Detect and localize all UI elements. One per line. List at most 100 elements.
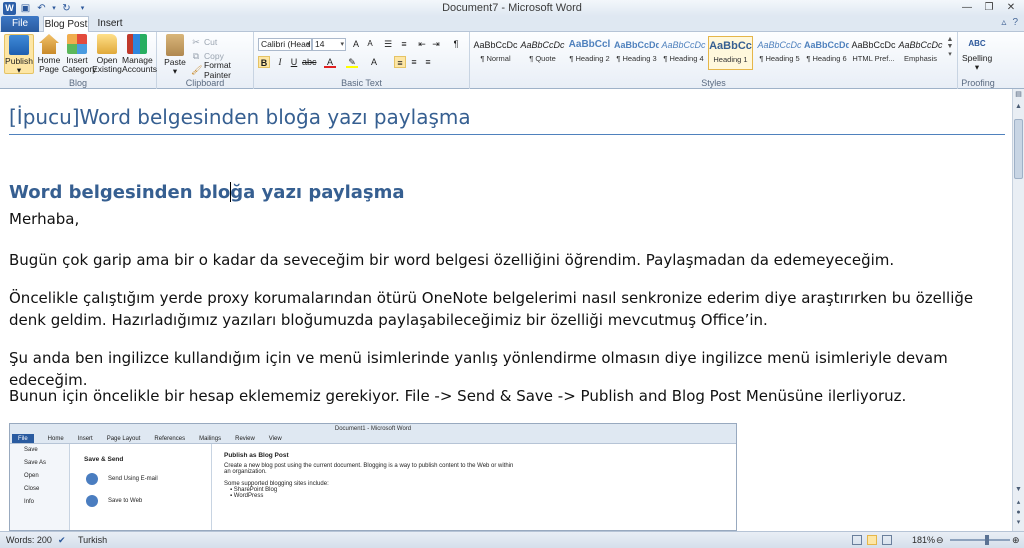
font-color-icon[interactable]: A [324,56,336,68]
undo-icon[interactable]: ↶ [35,2,48,15]
paste-button[interactable]: Paste ▾ [160,34,190,76]
quick-access-toolbar: W ▣ ↶ ▾ ↻ ▾ [0,0,89,16]
tab-blog-post[interactable]: Blog Post [43,16,89,33]
print-layout-icon[interactable] [852,535,862,545]
format-painter-button[interactable]: 🖌 Format Painter [191,60,253,80]
customize-qat-icon[interactable]: ▾ [76,2,89,15]
open-existing-button[interactable]: Open Existing [92,34,122,74]
highlight-icon[interactable]: ✎ [346,56,358,68]
styles-group-label: Styles [701,78,726,88]
home-page-button[interactable]: Home Page [34,34,64,74]
next-page-icon[interactable]: ▾ [1013,517,1024,528]
insert-category-button[interactable]: Insert Category [62,34,97,74]
align-left-icon[interactable]: ≡ [394,56,406,68]
cut-button[interactable]: ✂ Cut [191,36,217,47]
zoom-slider-handle[interactable] [985,535,989,545]
publish-button[interactable]: Publish ▾ [4,34,34,75]
embedded-screenshot[interactable]: Document1 - Microsoft Word File Home Ins… [9,423,737,531]
font-name-combo[interactable]: Calibri (Head ▾ [258,38,312,51]
post-title[interactable]: [İpucu]Word belgesinden bloğa yazı payla… [9,105,471,129]
style-heading-3[interactable]: AaBbCcDd ¶ Heading 3 [614,36,659,70]
tab-file[interactable]: File [1,16,39,32]
window-title: Document7 - Microsoft Word [442,2,582,14]
manage-accounts-button[interactable]: Manage Accounts [122,34,157,74]
full-screen-reading-icon[interactable] [867,535,877,545]
web-layout-icon[interactable] [882,535,892,545]
folder-icon [97,34,117,54]
save-icon[interactable]: ▣ [19,2,32,15]
ribbon: Publish ▾ Home Page Insert Category Open … [0,32,1024,89]
help-icon[interactable]: ? [1012,17,1018,28]
redo-icon[interactable]: ↻ [60,2,73,15]
proofing-group: ABC Spelling ▾ Proofing [958,32,998,89]
styles-gallery: AaBbCcDc ¶ Normal AaBbCcDc ¶ Quote AaBbC… [473,34,943,74]
word-count[interactable]: Words: 200 [6,534,52,547]
align-right-icon[interactable]: ≡ [422,56,434,68]
minimize-button[interactable]: — [956,0,978,15]
clipboard-group-label: Clipboard [185,78,225,88]
dropdown-icon[interactable]: ▾ [51,2,57,15]
style-emphasis[interactable]: AaBbCcDc Emphasis [898,36,943,70]
document-heading[interactable]: Word belgesinden bloğa yazı paylaşma [9,182,405,203]
tab-insert[interactable]: Insert [93,16,127,32]
align-center-icon[interactable]: ≡ [408,56,420,68]
zoom-slider[interactable] [950,539,1010,541]
scroll-thumb[interactable] [1014,119,1023,179]
style-heading-2[interactable]: AaBbCcl ¶ Heading 2 [567,36,612,70]
italic-icon[interactable]: I [274,56,286,68]
spelling-button[interactable]: ABC Spelling ▾ [962,34,992,72]
decrease-indent-icon[interactable]: ⇤ [416,38,428,50]
accounts-icon [127,34,147,54]
word-app-icon[interactable]: W [3,1,16,15]
zoom-level[interactable]: 181% [912,534,935,547]
bold-icon[interactable]: B [258,56,270,68]
grow-font-icon[interactable]: A [350,38,362,50]
style-heading-6[interactable]: AaBbCcDd ¶ Heading 6 [804,36,849,70]
chevron-up-icon[interactable]: ▲ [945,36,955,43]
shrink-font-icon[interactable]: A [364,38,376,50]
style-heading-1[interactable]: AaBbCc Heading 1 [708,36,753,70]
style-quote[interactable]: AaBbCcDc ¶ Quote [520,36,565,70]
vertical-scrollbar[interactable]: ▤ ▲ ▼ ▴ ● ▾ [1012,89,1024,531]
increase-indent-icon[interactable]: ⇥ [430,38,442,50]
styles-gallery-scroll[interactable]: ▲ ▼ ▾ [945,36,955,70]
zoom-in-icon[interactable]: ⊕ [1012,534,1020,547]
numbering-icon[interactable]: ≡ [398,38,410,50]
basic-text-group: Calibri (Head ▾ 14 ▾ A A ☰ ≡ ⇤ ⇥ ¶ B I U a… [254,32,470,89]
copy-icon: ⧉ [192,50,200,61]
font-size-combo[interactable]: 14 ▾ [312,38,346,51]
embedded-title: Document1 - Microsoft Word [10,424,736,434]
blog-group: Publish ▾ Home Page Insert Category Open … [0,32,157,89]
ruler-toggle-icon[interactable]: ▤ [1013,89,1024,100]
scroll-down-icon[interactable]: ▼ [1013,484,1024,495]
paragraph[interactable]: Bunun için öncelikle bir hesap eklememiz… [9,385,1004,407]
spelling-icon: ABC [968,39,986,48]
style-html-preformatted[interactable]: AaBbCcDc HTML Pref... [851,36,896,70]
show-formatting-icon[interactable]: ¶ [450,38,462,50]
globe-icon [86,495,98,507]
style-heading-4[interactable]: AaBbCcDc ¶ Heading 4 [661,36,706,70]
document-area[interactable]: [İpucu]Word belgesinden bloğa yazı payla… [0,89,1012,531]
paragraph[interactable]: Bugün çok garip ama bir o kadar da sevec… [9,249,1004,271]
paragraph[interactable]: Öncelikle çalıştığım yerde proxy korumal… [9,287,1004,331]
strikethrough-icon[interactable]: abc [302,56,317,68]
clear-formatting-icon[interactable]: A [368,56,380,68]
bullets-icon[interactable]: ☰ [382,38,394,50]
minimize-ribbon-icon[interactable]: ▵ [1001,17,1006,28]
underline-icon[interactable]: U [288,56,300,68]
close-button[interactable]: ✕ [1000,0,1022,15]
maximize-button[interactable]: ❐ [978,0,1000,15]
style-heading-5[interactable]: AaBbCcDc ¶ Heading 5 [757,36,802,70]
scroll-up-icon[interactable]: ▲ [1013,101,1024,112]
zoom-out-icon[interactable]: ⊖ [936,534,944,547]
more-styles-icon[interactable]: ▾ [945,50,955,58]
scissors-icon: ✂ [192,36,200,47]
proofing-group-label: Proofing [961,78,995,88]
paragraph[interactable]: Merhaba, [9,208,1004,230]
proofing-status-icon[interactable]: ✔ [58,534,66,547]
ribbon-tabs: File Blog Post Insert ▵ ? [0,16,1024,33]
clipboard-icon [166,34,184,56]
language-indicator[interactable]: Turkish [78,534,107,547]
style-normal[interactable]: AaBbCcDc ¶ Normal [473,36,518,70]
chevron-down-icon[interactable]: ▼ [945,43,955,50]
